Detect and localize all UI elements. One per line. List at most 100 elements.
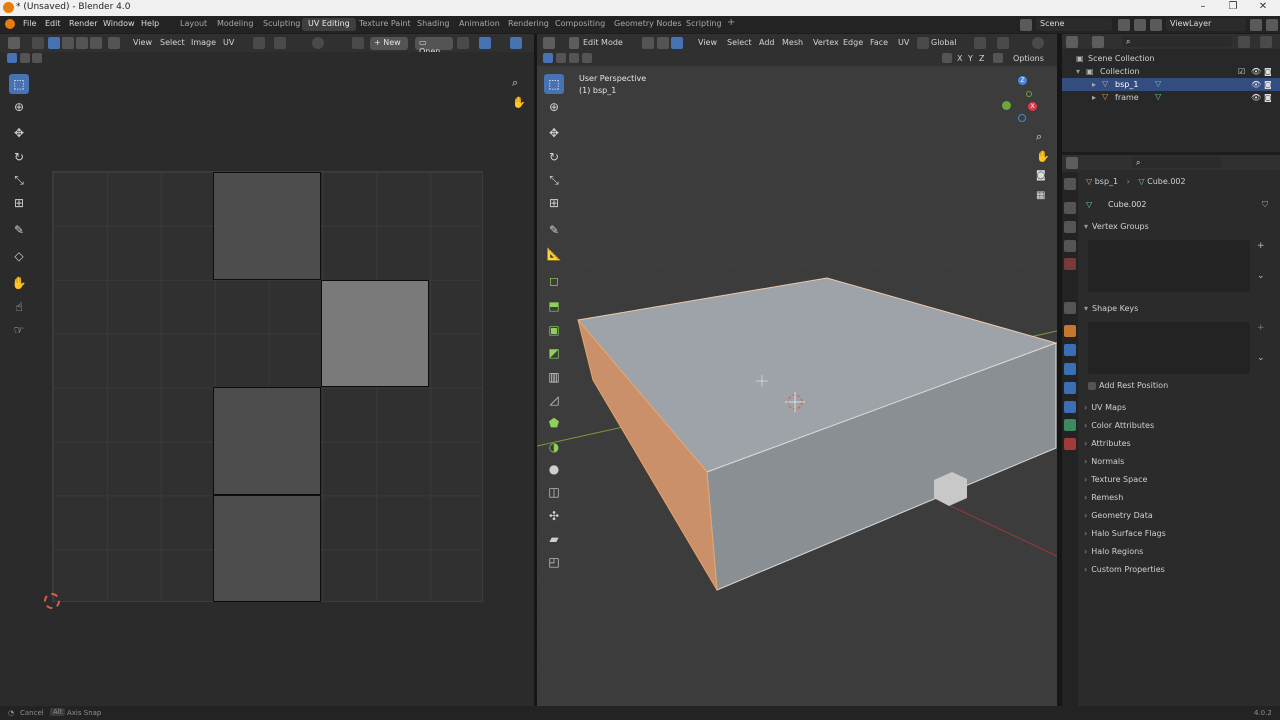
vp-pan-icon[interactable]: ✋: [1036, 150, 1050, 163]
maximize-icon[interactable]: ❐: [1218, 1, 1248, 12]
pinch-tool[interactable]: ☞: [9, 320, 29, 340]
world-tab-icon[interactable]: [1064, 302, 1076, 314]
physics-tab-icon[interactable]: [1064, 382, 1076, 394]
loop-cut-tool[interactable]: ▥: [544, 367, 564, 387]
select-subtract-icon[interactable]: [32, 53, 42, 63]
measure-tool[interactable]: 📐: [544, 244, 564, 264]
add-workspace-icon[interactable]: +: [727, 17, 735, 28]
select-extend-icon[interactable]: [20, 53, 30, 63]
new-image-button[interactable]: + New: [370, 37, 408, 50]
3d-viewport[interactable]: Edit Mode View Select Add Mesh Vertex Ed…: [537, 34, 1057, 706]
section-uv-maps[interactable]: › UV Maps: [1084, 403, 1272, 419]
uv-face-top[interactable]: [213, 172, 321, 280]
options-dropdown[interactable]: Options: [1013, 54, 1044, 63]
vp-menu-edge[interactable]: Edge: [843, 38, 863, 47]
outliner[interactable]: ⌕ ▣ Scene Collection ▾ ▣ Collection ☑ 👁 …: [1062, 34, 1280, 152]
vp-menu-add[interactable]: Add: [759, 38, 775, 47]
vp-rotate-tool[interactable]: ↻: [544, 147, 564, 167]
gizmo-toggle-icon[interactable]: [479, 37, 491, 49]
knife-tool[interactable]: ◿: [544, 390, 564, 410]
frame-mesh-icon[interactable]: ▽: [1155, 92, 1161, 101]
snap-icon[interactable]: [274, 37, 286, 49]
tab-texture-paint[interactable]: Texture Paint: [353, 18, 417, 31]
shape-key-menu-icon[interactable]: ⌄: [1257, 353, 1265, 363]
view-layer-icon[interactable]: [1150, 19, 1162, 31]
modifier-tab-icon[interactable]: [1064, 344, 1076, 356]
tab-rendering[interactable]: Rendering: [502, 18, 555, 31]
tab-modeling[interactable]: Modeling: [211, 18, 259, 31]
section-halo-regions[interactable]: › Halo Regions: [1084, 547, 1272, 563]
face-mode-icon[interactable]: [671, 37, 683, 49]
vp-menu-vertex[interactable]: Vertex: [813, 38, 839, 47]
scene-selector[interactable]: Scene: [1036, 18, 1112, 31]
vp-menu-face[interactable]: Face: [870, 38, 888, 47]
scene-tab-icon[interactable]: [1064, 258, 1076, 270]
minimize-icon[interactable]: –: [1188, 1, 1218, 12]
uv-menu-view[interactable]: View: [133, 38, 152, 47]
bsp-1-visibility-icon[interactable]: 👁: [1251, 80, 1261, 89]
pivot-point-icon[interactable]: [253, 37, 265, 49]
tab-shading[interactable]: Shading: [411, 18, 456, 31]
vertex-group-menu-icon[interactable]: ⌄: [1257, 271, 1265, 281]
delete-view-layer-icon[interactable]: [1266, 19, 1278, 31]
uv-2d-cursor-icon[interactable]: [44, 593, 60, 609]
view-layer-selector[interactable]: ViewLayer: [1166, 18, 1246, 31]
shape-keys-list[interactable]: [1088, 322, 1250, 374]
auto-merge-icon[interactable]: [993, 53, 1003, 63]
outliner-item-bsp-1[interactable]: ▸ ▽ bsp_1 ▽ 👁 ◙: [1062, 78, 1280, 91]
move-tool[interactable]: ✥: [9, 123, 29, 143]
mirror-z[interactable]: Z: [979, 54, 984, 63]
viewport-proportional-icon[interactable]: [1032, 37, 1044, 49]
outliner-item-frame[interactable]: ▸ ▽ frame ▽ 👁 ◙: [1062, 91, 1280, 104]
mesh-data-selector[interactable]: ▽ Cube.002 ⛉: [1086, 199, 1274, 212]
view-layer-tab-icon[interactable]: [1064, 240, 1076, 252]
bsp-1-render-icon[interactable]: ◙: [1264, 80, 1272, 89]
filter-icon[interactable]: [1238, 36, 1250, 48]
vp-cursor-tool[interactable]: ⊕: [544, 97, 564, 117]
inset-tool[interactable]: ▣: [544, 320, 564, 340]
viewport-scene[interactable]: [537, 66, 1057, 706]
new-collection-icon[interactable]: [1260, 36, 1272, 48]
add-cube-tool[interactable]: ◻: [544, 271, 564, 291]
uv-menu-select[interactable]: Select: [160, 38, 185, 47]
tab-uv-editing[interactable]: UV Editing: [302, 18, 356, 31]
frame-render-icon[interactable]: ◙: [1264, 93, 1272, 102]
open-image-button[interactable]: ▭ Open: [415, 37, 453, 56]
cursor-tool[interactable]: ⊕: [9, 97, 29, 117]
vp-scale-tool[interactable]: ⤡: [544, 170, 564, 190]
display-mode-icon[interactable]: [1092, 36, 1104, 48]
annotate-tool[interactable]: ✎: [9, 220, 29, 240]
pivot-icon[interactable]: [974, 37, 986, 49]
vp-select-new-icon[interactable]: [543, 53, 553, 63]
transform-orientation[interactable]: Global: [931, 38, 957, 47]
tab-geometry-nodes[interactable]: Geometry Nodes: [608, 18, 687, 31]
menu-window[interactable]: Window: [103, 19, 135, 28]
section-texture-space[interactable]: › Texture Space: [1084, 475, 1272, 491]
output-tab-icon[interactable]: [1064, 221, 1076, 233]
vp-select-subtract-icon[interactable]: [569, 53, 579, 63]
sync-selection-icon[interactable]: [32, 37, 44, 49]
new-scene-icon[interactable]: [1118, 19, 1130, 31]
uv-face-middle[interactable]: [213, 387, 321, 495]
section-vertex-groups[interactable]: ▾ Vertex Groups: [1084, 222, 1272, 238]
tab-layout[interactable]: Layout: [174, 18, 213, 31]
edge-mode-icon[interactable]: [657, 37, 669, 49]
material-tab-icon[interactable]: [1064, 438, 1076, 450]
section-remesh[interactable]: › Remesh: [1084, 493, 1272, 509]
relax-tool[interactable]: ☝: [9, 297, 29, 317]
grab-tool[interactable]: ✋: [9, 273, 29, 293]
shape-key-add-icon[interactable]: +: [1257, 323, 1265, 333]
scene-icon[interactable]: [1020, 19, 1032, 31]
gizmo-y-icon[interactable]: [1002, 101, 1011, 110]
vp-transform-tool[interactable]: ⊞: [544, 193, 564, 213]
section-color-attributes[interactable]: › Color Attributes: [1084, 421, 1272, 437]
edge-slide-tool[interactable]: ◫: [544, 482, 564, 502]
shrink-fatten-tool[interactable]: ✣: [544, 506, 564, 526]
vp-menu-view[interactable]: View: [698, 38, 717, 47]
vp-select-box-tool[interactable]: ⬚: [544, 74, 564, 94]
frame-expand-icon[interactable]: ▸: [1092, 93, 1096, 102]
bevel-tool[interactable]: ◩: [544, 343, 564, 363]
object-tab-icon[interactable]: [1064, 325, 1076, 337]
add-rest-position-checkbox[interactable]: Add Rest Position: [1088, 381, 1268, 393]
zoom-icon[interactable]: ⌕: [512, 76, 518, 90]
